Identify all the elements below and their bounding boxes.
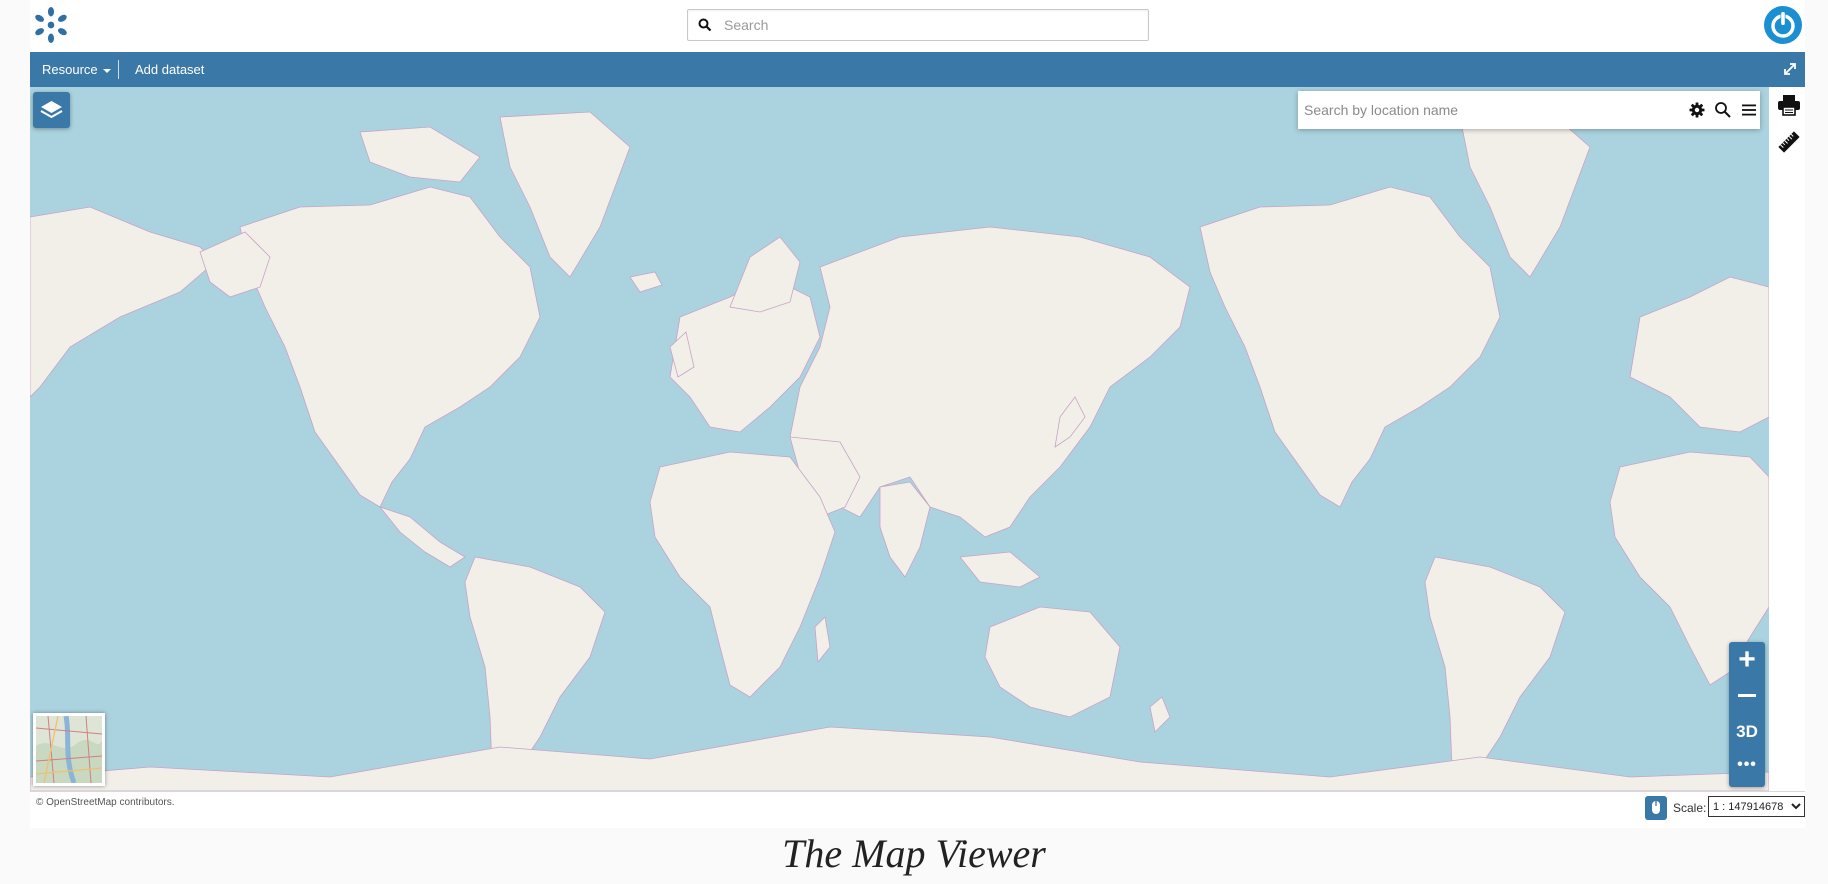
zoom-out-button[interactable] — [1729, 678, 1765, 714]
more-options-button[interactable]: ••• — [1729, 750, 1765, 786]
zoom-in-button[interactable]: + — [1729, 642, 1765, 678]
location-search[interactable] — [1298, 91, 1760, 129]
toggle-3d-button[interactable]: 3D — [1729, 714, 1765, 750]
right-tool-rail — [1769, 87, 1805, 791]
map-attribution: © OpenStreetMap contributors. — [36, 797, 175, 808]
map-footer: © OpenStreetMap contributors. Scale: 1 :… — [30, 791, 1805, 828]
toolbar-divider — [118, 60, 119, 79]
toolbar: Resource Add dataset — [30, 52, 1805, 87]
layers-button[interactable] — [33, 92, 70, 128]
mouse-position-button[interactable] — [1645, 796, 1667, 820]
resource-menu[interactable]: Resource — [42, 52, 111, 87]
add-dataset-button[interactable]: Add dataset — [135, 52, 204, 87]
gear-icon[interactable] — [1688, 101, 1706, 119]
map-canvas[interactable]: + 3D ••• — [30, 87, 1769, 791]
measure-icon[interactable] — [1778, 131, 1800, 153]
location-search-input[interactable] — [1304, 95, 1664, 125]
mouse-icon — [1652, 801, 1660, 814]
header — [30, 0, 1805, 52]
figure-caption: The Map Viewer — [782, 831, 1046, 876]
global-search[interactable] — [687, 9, 1149, 41]
minimap-preview — [36, 716, 102, 783]
expand-icon[interactable] — [1782, 61, 1798, 77]
search-icon — [698, 18, 712, 32]
menu-icon[interactable] — [1740, 101, 1758, 119]
power-icon[interactable] — [1763, 5, 1803, 45]
print-icon[interactable] — [1777, 93, 1801, 117]
add-dataset-label: Add dataset — [135, 62, 205, 77]
map-viewer-app: Resource Add dataset — [30, 0, 1805, 828]
caret-down-icon — [102, 68, 111, 73]
layers-icon — [40, 101, 63, 119]
search-icon[interactable] — [1714, 101, 1732, 119]
scale-label: Scale: — [1673, 801, 1707, 815]
zoom-controls: + 3D ••• — [1729, 642, 1765, 787]
resource-menu-label: Resource — [42, 62, 98, 77]
minus-icon — [1738, 694, 1756, 697]
scale-select[interactable]: 1 : 147914678 — [1708, 796, 1805, 817]
world-basemap — [30, 87, 1769, 791]
background-switcher-thumbnail[interactable] — [33, 713, 105, 786]
kanban-dots-logo[interactable] — [32, 6, 70, 44]
search-input[interactable] — [724, 10, 1144, 40]
